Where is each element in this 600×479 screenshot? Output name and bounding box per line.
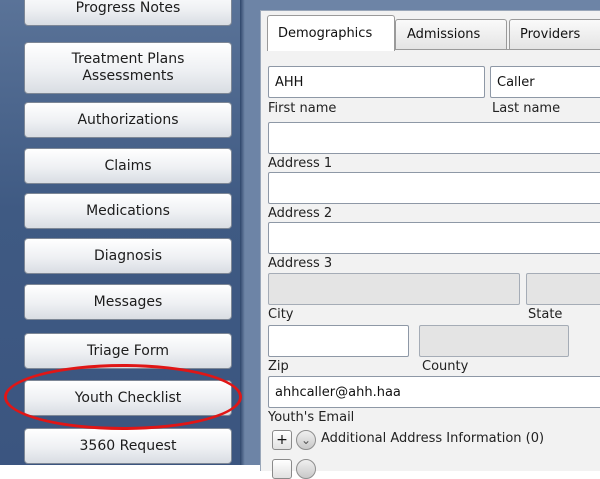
county-label: County	[422, 359, 469, 374]
add-address-button[interactable]: +	[272, 430, 292, 450]
city-input[interactable]	[268, 273, 520, 305]
address-1-input[interactable]	[268, 122, 600, 154]
nav-diagnosis-button[interactable]: Diagnosis	[24, 238, 232, 274]
zip-label: Zip	[268, 359, 289, 374]
last-name-input[interactable]	[490, 66, 600, 98]
nav-medications-button[interactable]: Medications	[24, 193, 232, 229]
tab-providers[interactable]: Providers	[509, 19, 600, 49]
state-input[interactable]	[526, 273, 600, 305]
tab-admissions[interactable]: Admissions	[395, 19, 507, 49]
address-3-label: Address 3	[268, 256, 333, 271]
city-label: City	[268, 307, 294, 322]
first-name-input[interactable]	[268, 66, 485, 98]
nav-3560-request-button[interactable]: 3560 Request	[24, 428, 232, 464]
address-3-input[interactable]	[268, 222, 600, 254]
expand-address-button[interactable]: ⌄	[296, 430, 316, 450]
address-2-input[interactable]	[268, 172, 600, 204]
nav-youth-checklist-button[interactable]: Youth Checklist	[24, 380, 232, 416]
sidebar-nav: Progress Notes Treatment Plans Assessmen…	[0, 0, 245, 465]
nav-item-label: Claims	[104, 157, 152, 174]
nav-item-label: Medications	[86, 202, 170, 219]
expand-item-button[interactable]	[296, 459, 316, 479]
tab-label: Providers	[520, 27, 581, 42]
nav-progress-notes-button[interactable]: Progress Notes	[24, 0, 232, 26]
youth-email-label: Youth's Email	[268, 410, 355, 425]
chevron-down-icon: ⌄	[300, 433, 312, 447]
main-panel: Demographics Admissions Providers First …	[245, 0, 600, 479]
first-name-label: First name	[268, 101, 337, 116]
nav-triage-form-button[interactable]: Triage Form	[24, 333, 232, 369]
nav-item-label: Progress Notes	[75, 0, 181, 16]
tab-label: Demographics	[278, 26, 373, 41]
nav-claims-button[interactable]: Claims	[24, 148, 232, 184]
state-label: State	[528, 307, 563, 322]
address-1-label: Address 1	[268, 156, 333, 171]
nav-item-label: Diagnosis	[93, 247, 163, 264]
demographics-form: Demographics Admissions Providers First …	[260, 10, 600, 479]
tab-demographics[interactable]: Demographics	[267, 15, 395, 51]
tab-label: Admissions	[407, 27, 481, 42]
youth-email-input[interactable]	[268, 376, 600, 408]
add-item-button[interactable]	[272, 459, 292, 479]
nav-treatment-plans-button[interactable]: Treatment Plans Assessments	[24, 42, 232, 94]
county-input[interactable]	[419, 325, 569, 357]
address-2-label: Address 2	[268, 206, 333, 221]
nav-authorizations-button[interactable]: Authorizations	[24, 102, 232, 138]
last-name-label: Last name	[492, 101, 561, 116]
nav-item-label: Treatment Plans Assessments	[71, 51, 185, 84]
zip-input[interactable]	[268, 325, 409, 357]
nav-item-label: Triage Form	[87, 342, 169, 359]
nav-messages-button[interactable]: Messages	[24, 284, 232, 320]
nav-item-label: 3560 Request	[79, 437, 177, 454]
nav-item-label: Authorizations	[77, 111, 179, 128]
nav-item-label: Messages	[93, 293, 163, 310]
nav-item-label: Youth Checklist	[74, 389, 182, 406]
plus-icon: +	[276, 432, 288, 448]
additional-address-label: Additional Address Information (0)	[321, 431, 545, 446]
